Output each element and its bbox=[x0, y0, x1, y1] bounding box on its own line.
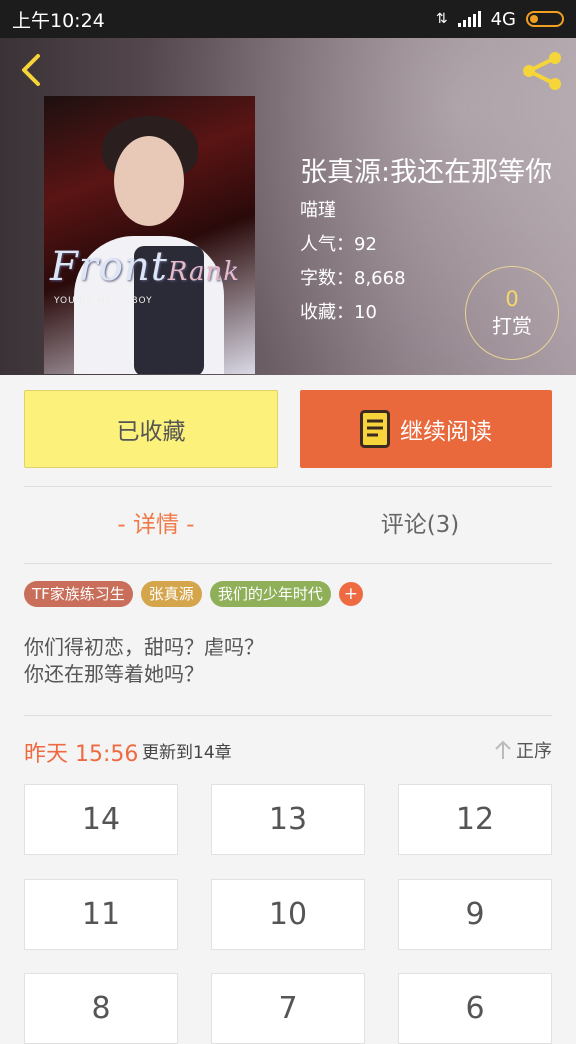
sort-label: 正序 bbox=[516, 741, 552, 762]
tip-button[interactable]: 0 打赏 bbox=[465, 266, 559, 360]
cover-art-face bbox=[114, 136, 184, 226]
status-bar: 上午10:24 ⇅ 4G bbox=[0, 0, 576, 38]
share-icon[interactable] bbox=[520, 50, 564, 92]
continue-reading-label: 继续阅读 bbox=[400, 419, 492, 445]
tip-label: 打赏 bbox=[492, 314, 532, 338]
divider bbox=[24, 563, 552, 564]
cover-subtitle: YOU'RE MY ... BOY bbox=[54, 296, 153, 306]
chapter-button[interactable]: 9 bbox=[398, 879, 552, 950]
book-title: 张真源:我还在那等你 bbox=[300, 157, 553, 188]
book-word-count: 字数：8,668 bbox=[300, 268, 406, 289]
book-cover[interactable]: FrontRank YOU'RE MY ... BOY bbox=[44, 96, 255, 374]
chapter-button[interactable]: 11 bbox=[24, 879, 178, 950]
add-tag-button[interactable]: + bbox=[338, 582, 363, 606]
chapter-button[interactable]: 8 bbox=[24, 973, 178, 1044]
update-text: 更新到14章 bbox=[142, 743, 232, 763]
book-favorites: 收藏：10 bbox=[300, 302, 377, 323]
chapter-button[interactable]: 12 bbox=[398, 784, 552, 855]
update-time: 昨天 15:56 bbox=[24, 742, 139, 767]
chapter-button[interactable]: 10 bbox=[211, 879, 365, 950]
divider bbox=[24, 486, 552, 487]
tip-count: 0 bbox=[505, 287, 519, 311]
data-transfer-icon: ⇅ bbox=[435, 11, 448, 27]
tab-comments[interactable]: 评论(3) bbox=[288, 505, 552, 539]
divider bbox=[24, 715, 552, 716]
battery-icon bbox=[526, 11, 564, 27]
signal-icon bbox=[457, 11, 481, 27]
chapter-button[interactable]: 14 bbox=[24, 784, 178, 855]
chapter-button[interactable]: 6 bbox=[398, 973, 552, 1044]
tag-list: TF家族练习生 张真源 我们的少年时代 + bbox=[24, 581, 363, 607]
book-popularity: 人气：92 bbox=[300, 234, 377, 255]
description-line: 你们得初恋，甜吗？虐吗？ bbox=[24, 635, 264, 659]
network-type: 4G bbox=[490, 8, 516, 30]
cover-title-line2: Rank bbox=[167, 257, 240, 287]
tag-item[interactable]: TF家族练习生 bbox=[24, 581, 133, 607]
sort-order-button[interactable]: 正序 bbox=[494, 737, 552, 763]
book-header: FrontRank YOU'RE MY ... BOY 张真源:我还在那等你 喵… bbox=[0, 38, 576, 375]
back-icon[interactable] bbox=[14, 52, 50, 88]
update-info: 昨天 15:56 更新到14章 正序 bbox=[24, 736, 552, 767]
book-icon bbox=[360, 410, 390, 448]
cover-title-line1: Front bbox=[50, 244, 168, 290]
collected-label: 已收藏 bbox=[116, 419, 186, 445]
chapter-button[interactable]: 7 bbox=[211, 973, 365, 1044]
tab-detail[interactable]: - 详情 - bbox=[24, 505, 288, 539]
tag-item[interactable]: 我们的少年时代 bbox=[209, 581, 331, 607]
description-line: 你还在那等着她吗？ bbox=[24, 662, 204, 686]
book-description: 你们得初恋，甜吗？虐吗？ 你还在那等着她吗？ bbox=[24, 634, 264, 688]
arrow-up-icon bbox=[495, 740, 511, 759]
status-time: 上午10:24 bbox=[12, 9, 105, 32]
chapter-button[interactable]: 13 bbox=[211, 784, 365, 855]
collected-button[interactable]: 已收藏 bbox=[24, 390, 278, 468]
status-icons: ⇅ 4G bbox=[436, 9, 564, 30]
cover-title: FrontRank bbox=[50, 244, 250, 290]
tag-item[interactable]: 张真源 bbox=[140, 581, 202, 607]
book-author[interactable]: 喵瑾 bbox=[300, 196, 336, 222]
continue-reading-button[interactable]: 继续阅读 bbox=[300, 390, 552, 468]
